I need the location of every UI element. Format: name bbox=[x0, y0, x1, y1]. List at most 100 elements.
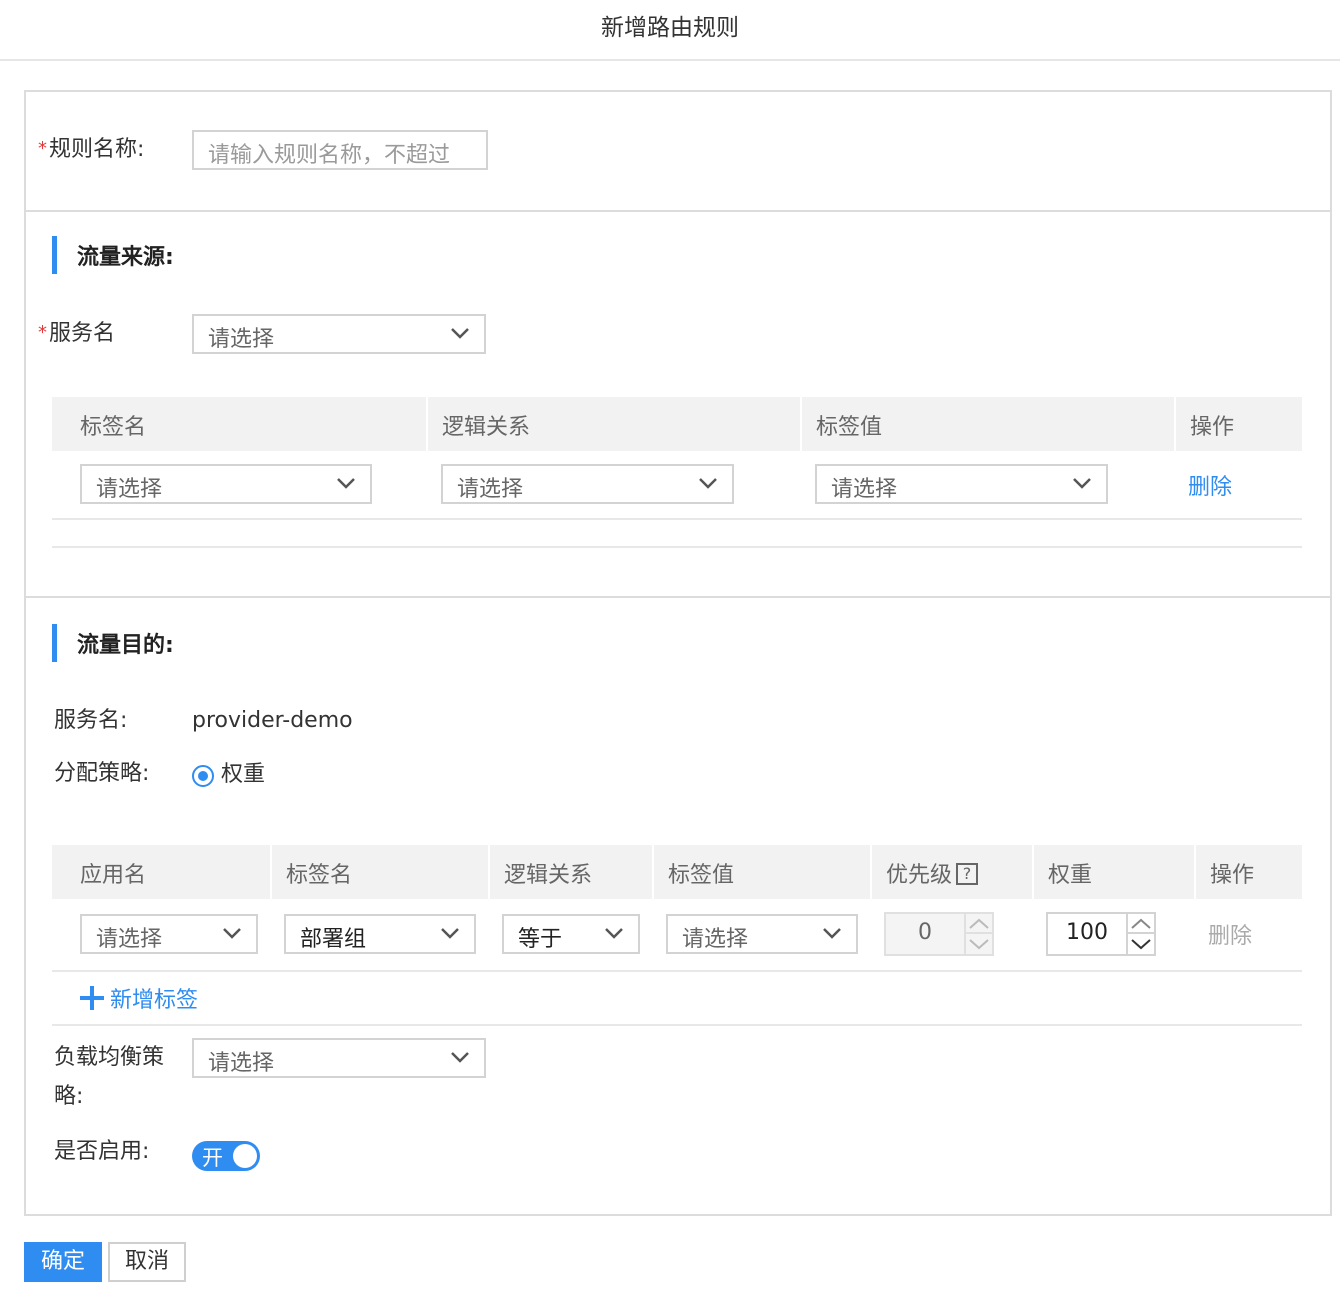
stepper-arrows bbox=[964, 914, 992, 954]
select-value: 请选择 bbox=[208, 1051, 275, 1076]
source-service-label: *服务名 bbox=[38, 319, 115, 350]
weight-stepper[interactable]: 100 bbox=[1046, 912, 1156, 956]
help-icon[interactable]: ? bbox=[956, 863, 979, 885]
th-action: 操作 bbox=[1190, 415, 1235, 440]
dest-tag-name-select[interactable]: 部署组 bbox=[284, 914, 476, 954]
th-tag-name: 标签名 bbox=[286, 863, 353, 888]
column-divider bbox=[652, 845, 654, 899]
decrement-button[interactable] bbox=[1128, 934, 1154, 954]
dialog-title: 新增路由规则 bbox=[0, 0, 1340, 61]
th-weight: 权重 bbox=[1048, 863, 1093, 888]
rule-name-input[interactable]: 请输入规则名称，不超过 bbox=[192, 130, 488, 170]
enable-toggle[interactable]: 开 bbox=[192, 1141, 260, 1171]
select-value: 请选择 bbox=[831, 477, 898, 502]
table-row-divider bbox=[52, 1024, 1302, 1026]
th-app-name: 应用名 bbox=[80, 863, 147, 888]
lb-strategy-select[interactable]: 请选择 bbox=[192, 1038, 486, 1078]
required-mark: * bbox=[38, 138, 47, 159]
chevron-down-icon bbox=[605, 928, 623, 939]
decrement-button[interactable] bbox=[966, 934, 992, 954]
rule-name-label: *规则名称: bbox=[38, 135, 144, 166]
chevron-down-icon bbox=[699, 478, 717, 489]
enable-label: 是否启用: bbox=[54, 1139, 150, 1164]
dest-service-label: 服务名: bbox=[54, 708, 128, 733]
source-delete-link[interactable]: 删除 bbox=[1188, 469, 1232, 501]
column-divider bbox=[270, 845, 272, 899]
source-service-label-text: 服务名 bbox=[49, 321, 116, 346]
select-value: 请选择 bbox=[208, 327, 275, 352]
plus-icon[interactable] bbox=[80, 986, 104, 1010]
source-service-select[interactable]: 请选择 bbox=[192, 314, 486, 354]
th-tag-value: 标签值 bbox=[816, 415, 883, 440]
th-logic: 逻辑关系 bbox=[504, 863, 593, 888]
increment-button[interactable] bbox=[1128, 914, 1154, 934]
weight-radio[interactable] bbox=[192, 765, 214, 787]
section-divider bbox=[24, 596, 1332, 598]
select-value: 请选择 bbox=[457, 477, 524, 502]
weight-value: 100 bbox=[1066, 920, 1108, 945]
column-divider bbox=[488, 845, 490, 899]
source-table-header: 标签名 逻辑关系 标签值 操作 bbox=[52, 397, 1302, 451]
dest-tag-value-select[interactable]: 请选择 bbox=[666, 914, 858, 954]
select-value: 请选择 bbox=[682, 927, 749, 952]
rule-name-label-text: 规则名称: bbox=[49, 137, 145, 162]
toggle-text: 开 bbox=[202, 1146, 223, 1170]
th-priority-text: 优先级 bbox=[886, 863, 953, 888]
column-divider bbox=[870, 845, 872, 899]
heading-accent-bar bbox=[52, 624, 57, 662]
cancel-button[interactable]: 取消 bbox=[108, 1242, 186, 1282]
column-divider bbox=[1032, 845, 1034, 899]
source-tag-value-select[interactable]: 请选择 bbox=[815, 464, 1108, 504]
chevron-down-icon bbox=[969, 939, 989, 950]
select-value: 请选择 bbox=[96, 927, 163, 952]
th-priority: 优先级? bbox=[886, 857, 979, 889]
chevron-down-icon bbox=[223, 928, 241, 939]
stepper-arrows bbox=[1126, 914, 1154, 954]
priority-stepper[interactable]: 0 bbox=[884, 912, 994, 956]
chevron-down-icon bbox=[451, 1052, 469, 1063]
column-divider bbox=[1174, 397, 1176, 451]
chevron-up-icon bbox=[969, 918, 989, 929]
chevron-down-icon bbox=[823, 928, 841, 939]
destination-heading-text: 流量目的: bbox=[77, 633, 174, 658]
weight-radio-label[interactable]: 权重 bbox=[221, 760, 265, 790]
chevron-down-icon bbox=[1131, 939, 1151, 950]
priority-value: 0 bbox=[918, 920, 932, 945]
chevron-down-icon bbox=[441, 928, 459, 939]
dest-app-select[interactable]: 请选择 bbox=[80, 914, 258, 954]
select-value: 部署组 bbox=[300, 927, 367, 952]
confirm-button[interactable]: 确定 bbox=[24, 1242, 102, 1282]
th-tag-name: 标签名 bbox=[80, 415, 147, 440]
column-divider bbox=[1194, 845, 1196, 899]
increment-button[interactable] bbox=[966, 914, 992, 934]
strategy-label: 分配策略: bbox=[54, 761, 150, 786]
chevron-down-icon bbox=[1073, 478, 1091, 489]
dest-table-header: 应用名 标签名 逻辑关系 标签值 优先级? 权重 操作 bbox=[52, 845, 1302, 899]
dest-delete-link[interactable]: 删除 bbox=[1208, 918, 1252, 950]
source-heading-text: 流量来源: bbox=[77, 245, 174, 270]
chevron-down-icon bbox=[451, 328, 469, 339]
source-tag-name-select[interactable]: 请选择 bbox=[80, 464, 372, 504]
th-logic: 逻辑关系 bbox=[442, 415, 531, 440]
required-mark: * bbox=[38, 322, 47, 343]
rule-name-placeholder: 请输入规则名称，不超过 bbox=[208, 143, 451, 168]
radio-dot bbox=[198, 771, 208, 781]
heading-accent-bar bbox=[52, 236, 57, 274]
table-row-divider bbox=[52, 518, 1302, 520]
lb-label-line2: 略: bbox=[54, 1084, 84, 1109]
table-row-divider bbox=[52, 970, 1302, 972]
section-divider bbox=[24, 210, 1332, 212]
column-divider bbox=[800, 397, 802, 451]
select-value: 等于 bbox=[518, 927, 563, 952]
chevron-up-icon bbox=[1131, 918, 1151, 929]
add-tag-link[interactable]: 新增标签 bbox=[110, 982, 198, 1014]
dest-logic-select[interactable]: 等于 bbox=[502, 914, 640, 954]
dest-service-value: provider-demo bbox=[192, 708, 353, 733]
th-tag-value: 标签值 bbox=[668, 863, 735, 888]
toggle-knob bbox=[233, 1144, 257, 1168]
table-row-divider bbox=[52, 546, 1302, 548]
source-logic-select[interactable]: 请选择 bbox=[441, 464, 734, 504]
select-value: 请选择 bbox=[96, 477, 163, 502]
lb-label-line1: 负载均衡策 bbox=[54, 1045, 165, 1070]
column-divider bbox=[426, 397, 428, 451]
